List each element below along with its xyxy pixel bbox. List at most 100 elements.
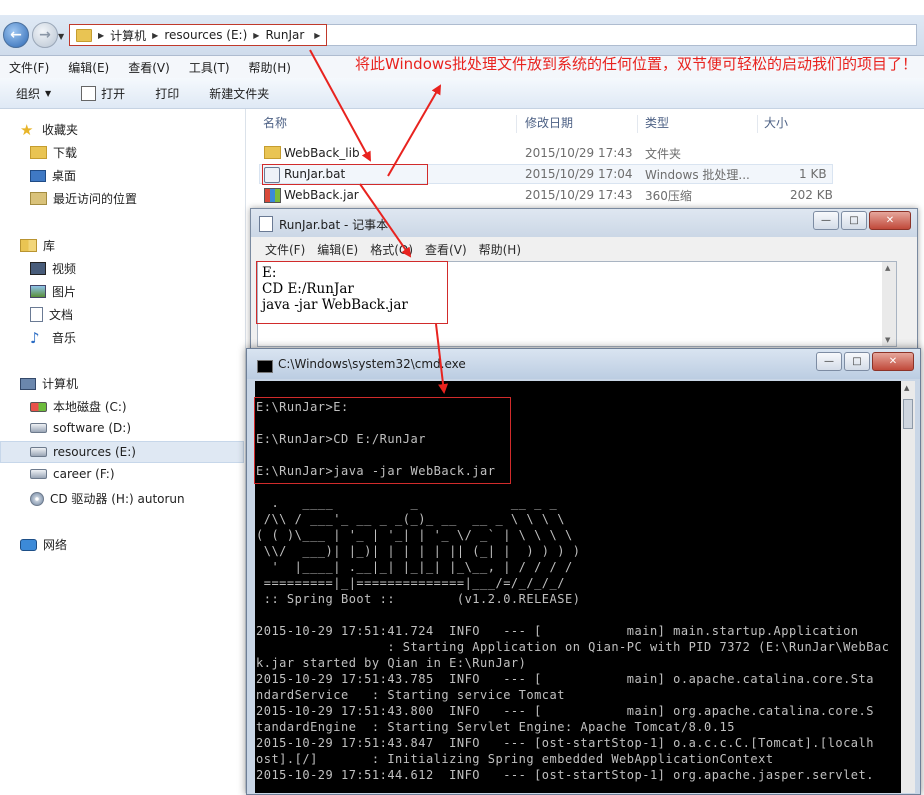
notepad-menu-help[interactable]: 帮助(H) <box>479 241 521 258</box>
nav-item-label: 音乐 <box>52 331 77 345</box>
nav-item-downloads[interactable]: 下载 <box>30 144 77 161</box>
documents-icon <box>30 307 43 322</box>
file-date: 2015/10/29 17:43 <box>525 146 633 160</box>
new-folder-button[interactable]: 新建文件夹 <box>209 85 269 102</box>
nav-drive-d[interactable]: software (D:) <box>30 421 131 435</box>
console-line: 2015-10-29 17:51:43.785 INFO --- [ main]… <box>256 672 874 686</box>
network-icon <box>20 538 37 551</box>
nav-libraries[interactable]: 库 <box>20 237 55 254</box>
console-line: ' |____| .__|_| |_|_| |_\__, | / / / / <box>256 560 573 574</box>
nav-item-desktop[interactable]: 桌面 <box>30 167 76 184</box>
nav-item-videos[interactable]: 视频 <box>30 260 76 277</box>
minimize-button[interactable]: — <box>816 352 842 371</box>
recent-places-icon <box>30 192 47 205</box>
notepad-menu-bar: 文件(F) 编辑(E) 格式(O) 查看(V) 帮助(H) <box>257 239 525 259</box>
notepad-scrollbar[interactable]: ▲ ▼ <box>882 262 896 346</box>
notepad-menu-view[interactable]: 查看(V) <box>425 241 467 258</box>
column-header-type[interactable]: 类型 <box>645 114 669 136</box>
console-line: \\/ ___)| |_)| | | | | || (_| | ) ) ) ) <box>256 544 581 558</box>
folder-icon <box>76 28 92 42</box>
scroll-up-icon[interactable]: ▲ <box>885 264 890 272</box>
window-controls: — □ ✕ <box>813 211 911 230</box>
nav-network[interactable]: 网络 <box>20 536 67 553</box>
breadcrumb-runjar[interactable]: RunJar <box>265 28 304 42</box>
console-line: ( ( )\___ | '_ | '_| | '_ \/ _` | \ \ \ … <box>256 528 573 542</box>
nav-network-label: 网络 <box>43 538 68 552</box>
console-line: . ____ _ __ _ _ <box>256 496 558 510</box>
column-separator[interactable] <box>516 115 517 133</box>
open-button[interactable]: 打开 <box>81 85 125 102</box>
maximize-button[interactable]: □ <box>841 211 867 230</box>
window-controls: — □ ✕ <box>816 352 914 371</box>
column-separator[interactable] <box>757 115 758 133</box>
notepad-title-bar[interactable]: RunJar.bat - 记事本 — □ ✕ <box>251 209 917 237</box>
chevron-right-icon[interactable]: ▶ <box>314 31 320 40</box>
menu-edit[interactable]: 编辑(E) <box>68 59 109 76</box>
nav-item-label: CD 驱动器 (H:) autorun <box>50 492 185 506</box>
file-row[interactable]: WebBack_lib 2015/10/29 17:43 文件夹 <box>260 143 840 163</box>
nav-computer-label: 计算机 <box>42 377 79 391</box>
file-row[interactable]: WebBack.jar 2015/10/29 17:43 360压缩 202 K… <box>260 185 840 205</box>
nav-item-documents[interactable]: 文档 <box>30 306 73 323</box>
notepad-menu-edit[interactable]: 编辑(E) <box>317 241 358 258</box>
nav-favorites[interactable]: ★ 收藏夹 <box>20 121 78 138</box>
computer-icon <box>20 377 36 390</box>
nav-item-pictures[interactable]: 图片 <box>30 283 76 300</box>
console-line: tandardEngine : Starting Servlet Engine:… <box>256 720 735 734</box>
console-scrollbar[interactable]: ▲ <box>901 381 915 793</box>
forward-button[interactable]: → <box>32 22 58 48</box>
nav-favorites-label: 收藏夹 <box>42 123 79 137</box>
maximize-button[interactable]: □ <box>844 352 870 371</box>
console-line: :: Spring Boot :: (v1.2.0.RELEASE) <box>256 592 581 606</box>
nav-drive-f[interactable]: career (F:) <box>30 467 115 481</box>
menu-file[interactable]: 文件(F) <box>9 59 49 76</box>
open-icon <box>81 85 97 101</box>
nav-item-label: 最近访问的位置 <box>53 192 138 206</box>
system-drive-icon <box>30 401 47 412</box>
print-button[interactable]: 打印 <box>155 85 179 102</box>
nav-drive-c[interactable]: 本地磁盘 (C:) <box>30 398 127 415</box>
chevron-right-icon[interactable]: ▶ <box>152 31 158 40</box>
scroll-up-icon[interactable]: ▲ <box>904 384 909 392</box>
nav-computer[interactable]: 计算机 <box>20 375 78 392</box>
cmd-title-bar[interactable]: C:\Windows\system32\cmd.exe — □ ✕ <box>247 349 920 379</box>
notepad-menu-format[interactable]: 格式(O) <box>370 241 413 258</box>
nav-item-label: 桌面 <box>52 169 77 183</box>
address-breadcrumb[interactable]: ▶ 计算机 ▶ resources (E:) ▶ RunJar ▶ <box>69 24 327 46</box>
back-button[interactable]: ← <box>3 22 29 48</box>
folder-icon <box>264 146 281 159</box>
organize-button[interactable]: 组织 ▼ <box>16 85 51 102</box>
video-icon <box>30 262 46 275</box>
console-icon <box>257 360 273 373</box>
scroll-thumb[interactable] <box>903 399 913 429</box>
column-header-date[interactable]: 修改日期 <box>525 114 573 136</box>
console-line: /\\ / ___'_ __ _ _(_)_ __ __ _ \ \ \ \ <box>256 512 565 526</box>
address-input-rest[interactable] <box>327 24 917 46</box>
explorer-toolbar: 组织 ▼ 打开 打印 新建文件夹 <box>0 78 924 109</box>
close-button[interactable]: ✕ <box>872 352 914 371</box>
chevron-right-icon[interactable]: ▶ <box>253 31 259 40</box>
file-size: 202 KB <box>790 188 833 202</box>
menu-tools[interactable]: 工具(T) <box>189 59 230 76</box>
nav-item-music[interactable]: ♪ 音乐 <box>30 329 76 346</box>
column-header-size[interactable]: 大小 <box>764 114 788 136</box>
scroll-down-icon[interactable]: ▼ <box>885 336 890 344</box>
music-note-icon: ♪ <box>30 328 40 347</box>
column-header-name[interactable]: 名称 <box>263 114 287 136</box>
menu-view[interactable]: 查看(V) <box>128 59 170 76</box>
breadcrumb-resources[interactable]: resources (E:) <box>164 28 247 42</box>
close-button[interactable]: ✕ <box>869 211 911 230</box>
nav-item-recent[interactable]: 最近访问的位置 <box>30 190 137 207</box>
breadcrumb-computer[interactable]: 计算机 <box>110 27 146 44</box>
nav-drive-h[interactable]: CD 驱动器 (H:) autorun <box>30 490 185 507</box>
minimize-button[interactable]: — <box>813 211 839 230</box>
chevron-right-icon[interactable]: ▶ <box>98 31 104 40</box>
notepad-menu-file[interactable]: 文件(F) <box>265 241 305 258</box>
menu-help[interactable]: 帮助(H) <box>249 59 291 76</box>
column-separator[interactable] <box>637 115 638 133</box>
console-line: 2015-10-29 17:51:43.847 INFO --- [ost-st… <box>256 736 874 750</box>
drive-icon <box>30 469 47 479</box>
history-dropdown-icon[interactable]: ▼ <box>58 32 64 41</box>
nav-drive-e[interactable]: resources (E:) <box>0 441 244 463</box>
console-line: =========|_|==============|___/=/_/_/_/ <box>256 576 565 590</box>
